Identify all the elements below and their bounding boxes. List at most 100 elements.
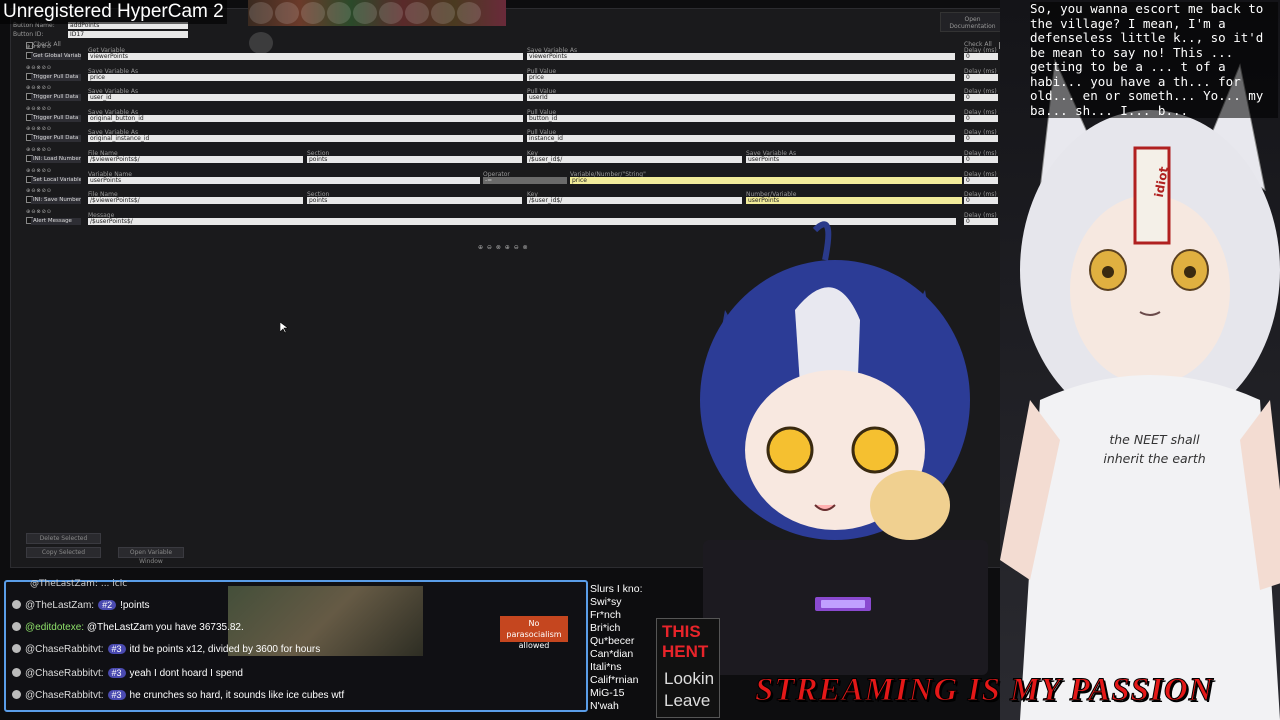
operator-select[interactable]: -=	[483, 177, 567, 184]
emote-strip	[248, 0, 506, 54]
action-toolbar-icons[interactable]: ⊕ ⊖ ⊗ ⊕ ⊖ ⊗	[478, 244, 529, 251]
row-action-icons[interactable]: ⊕⊖⊗⊘⊙	[26, 85, 52, 91]
white-haired-character-illustration	[1000, 58, 1280, 720]
chat-message: @ChaseRabbitvt: #3 yeah I dont hoard I spe…	[12, 668, 243, 679]
delay-input[interactable]: 0	[964, 156, 998, 163]
row-action-icons[interactable]: ⊕⊖⊗⊘⊙	[26, 147, 52, 153]
slurs-list: Slurs I kno: Swi*sy Fr*nch Bri*ich Qu*becer C…	[590, 583, 643, 713]
row-action-icons[interactable]: ⊕⊖⊗⊘⊙	[26, 209, 52, 215]
field1-input[interactable]: user_id	[88, 94, 523, 101]
row-action-type: INI: Load Number	[31, 156, 81, 163]
chat-rank-badge: #3	[107, 690, 126, 700]
slurs-list-item: Swi*sy	[590, 596, 622, 608]
chat-username[interactable]: @ChaseRabbitvt:	[25, 690, 104, 701]
field1-input[interactable]: original_button_id	[88, 115, 523, 122]
row-action-icons[interactable]: ⊕⊖⊗⊘⊙	[26, 44, 52, 50]
chat-avatar-icon	[12, 644, 21, 653]
chat-rank-badge: #3	[107, 668, 126, 678]
warning-white-text: Lookin Leave	[664, 669, 715, 710]
row-action-icons[interactable]: ⊕⊖⊗⊘⊙	[26, 65, 52, 71]
slurs-list-item: Can*dian	[590, 648, 634, 660]
field2-input[interactable]: userId	[527, 94, 955, 101]
field1-input[interactable]: /$viewerPoints$/	[88, 197, 303, 204]
slurs-list-item: N'wah	[590, 700, 619, 712]
row-action-icons[interactable]: ⊕⊖⊗⊘⊙	[26, 188, 52, 194]
field3-input[interactable]: price	[570, 177, 962, 184]
slurs-list-item: Slurs I kno:	[590, 583, 643, 595]
slurs-list-item: Calif*rnian	[590, 674, 639, 686]
field1-input[interactable]: userPoints	[88, 177, 480, 184]
chat-username[interactable]: @editdotexe:	[25, 622, 84, 633]
field2-input[interactable]: points	[307, 197, 522, 204]
delay-input[interactable]: 0	[964, 197, 998, 204]
chat-avatar-icon	[12, 690, 21, 699]
delete-selected-button[interactable]: Delete Selected	[26, 533, 101, 544]
row-action-icons[interactable]: ⊕⊖⊗⊘⊙	[26, 106, 52, 112]
chat-text: @TheLastZam you have 36735.82.	[86, 622, 244, 633]
chat-avatar-icon	[12, 600, 21, 609]
field1-input[interactable]: original_instance_id	[88, 135, 523, 142]
chat-partial-top-line: @TheLastZam: ... icic	[30, 579, 128, 588]
chat-rank-badge: #3	[107, 644, 126, 654]
chat-avatar-icon	[12, 622, 21, 631]
field2-input[interactable]: price	[527, 74, 955, 81]
delay-input[interactable]: 0	[964, 74, 998, 81]
streaming-banner: STREAMING IS MY PASSION	[755, 672, 1214, 709]
button-id-field[interactable]: ID17	[68, 31, 188, 38]
chat-message: @ChaseRabbitvt: #3 he crunches so hard, it…	[12, 690, 344, 701]
field3-input[interactable]: /$user_id$/	[527, 197, 742, 204]
slurs-list-item: Fr*nch	[590, 609, 621, 621]
field3-input[interactable]: /$user_id$/	[527, 156, 742, 163]
open-documentation-button[interactable]: Open Documentation	[940, 12, 1005, 32]
field1-input[interactable]: /$viewerPoints$/	[88, 156, 303, 163]
chat-username[interactable]: @ChaseRabbitvt:	[25, 644, 104, 655]
dialogue-text: So, you wanna escort me back to the vill…	[1030, 1, 1278, 118]
row-action-type: Trigger Pull Data	[31, 74, 81, 81]
mouse-cursor-icon	[280, 322, 288, 334]
slurs-list-item: MiG-15	[590, 687, 625, 699]
shirt-text: the NEET shall inherit the earth	[1103, 432, 1206, 466]
delay-input[interactable]: 0	[964, 115, 998, 122]
row-action-type: Get Global Variable	[31, 53, 81, 60]
chat-username[interactable]: @ChaseRabbitvt:	[25, 668, 104, 679]
warning-red-text: THIS HENT	[662, 622, 709, 661]
chat-message: @editdotexe: @TheLastZam you have 36735.…	[12, 622, 244, 633]
chat-message: @ChaseRabbitvt: #3 itd be points x12, divi…	[12, 644, 320, 655]
slurs-list-item: Itali*ns	[590, 661, 622, 673]
row-action-type: Trigger Pull Data	[31, 115, 81, 122]
chat-text: he crunches so hard, it sounds like ice …	[129, 690, 345, 701]
field4-input[interactable]: userPoints	[746, 156, 962, 163]
field2-input[interactable]: instance_id	[527, 135, 955, 142]
field2-input[interactable]: button_id	[527, 115, 955, 122]
field1-input[interactable]: price	[88, 74, 523, 81]
field1-input[interactable]: viewerPoints	[88, 53, 523, 60]
delay-input[interactable]: 0	[964, 135, 998, 142]
chat-rank-badge: #2	[98, 600, 117, 610]
row-action-type: Alert Message	[31, 218, 81, 225]
chat-text: yeah I dont hoard I spend	[129, 668, 243, 679]
chat-text: itd be points x12, divided by 3600 for h…	[129, 644, 321, 655]
hypercam-watermark: Unregistered HyperCam 2	[0, 0, 227, 24]
chat-avatar-icon	[12, 668, 21, 677]
field4-input[interactable]: userPoints	[746, 197, 962, 204]
row-action-icons[interactable]: ⊕⊖⊗⊘⊙	[26, 168, 52, 174]
button-id-label: Button ID:	[13, 31, 44, 38]
device-glow-icon	[815, 597, 871, 611]
delay-input[interactable]: 0	[964, 94, 998, 101]
blue-haired-catgirl-avatar	[700, 221, 970, 540]
copy-selected-button[interactable]: Copy Selected	[26, 547, 101, 558]
chat-username[interactable]: @TheLastZam:	[25, 600, 94, 611]
field2-input[interactable]: viewerPoints	[527, 53, 955, 60]
slurs-list-item: Bri*ich	[590, 622, 621, 634]
delay-input[interactable]: 0	[964, 53, 998, 60]
no-parasocialism-sign: No parasocialism allowed	[500, 616, 568, 650]
chat-text: !points	[120, 600, 150, 611]
slurs-list-item: Qu*becer	[590, 635, 635, 647]
field2-input[interactable]: points	[307, 156, 522, 163]
row-action-type: Set Local Variable	[31, 177, 81, 184]
delay-input[interactable]: 0	[964, 177, 998, 184]
row-action-icons[interactable]: ⊕⊖⊗⊘⊙	[26, 126, 52, 132]
chat-message: @TheLastZam: #2 !points	[12, 600, 150, 611]
row-action-type: Trigger Pull Data	[31, 135, 81, 142]
open-variable-window-button[interactable]: Open Variable Window	[118, 547, 184, 565]
